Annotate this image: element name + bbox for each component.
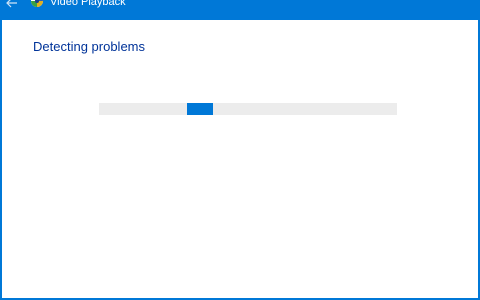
troubleshooter-icon [30, 0, 44, 8]
progress-marquee [187, 103, 213, 115]
content-pane: Detecting problems [2, 20, 478, 298]
window-title: Video Playback [50, 0, 126, 8]
back-arrow-icon [6, 0, 18, 8]
troubleshooter-window: Video Playback Detecting problems [0, 0, 480, 300]
page-heading: Detecting problems [33, 39, 145, 54]
back-button[interactable] [2, 0, 22, 12]
title-bar: Video Playback [0, 0, 480, 20]
progress-bar [99, 103, 397, 115]
